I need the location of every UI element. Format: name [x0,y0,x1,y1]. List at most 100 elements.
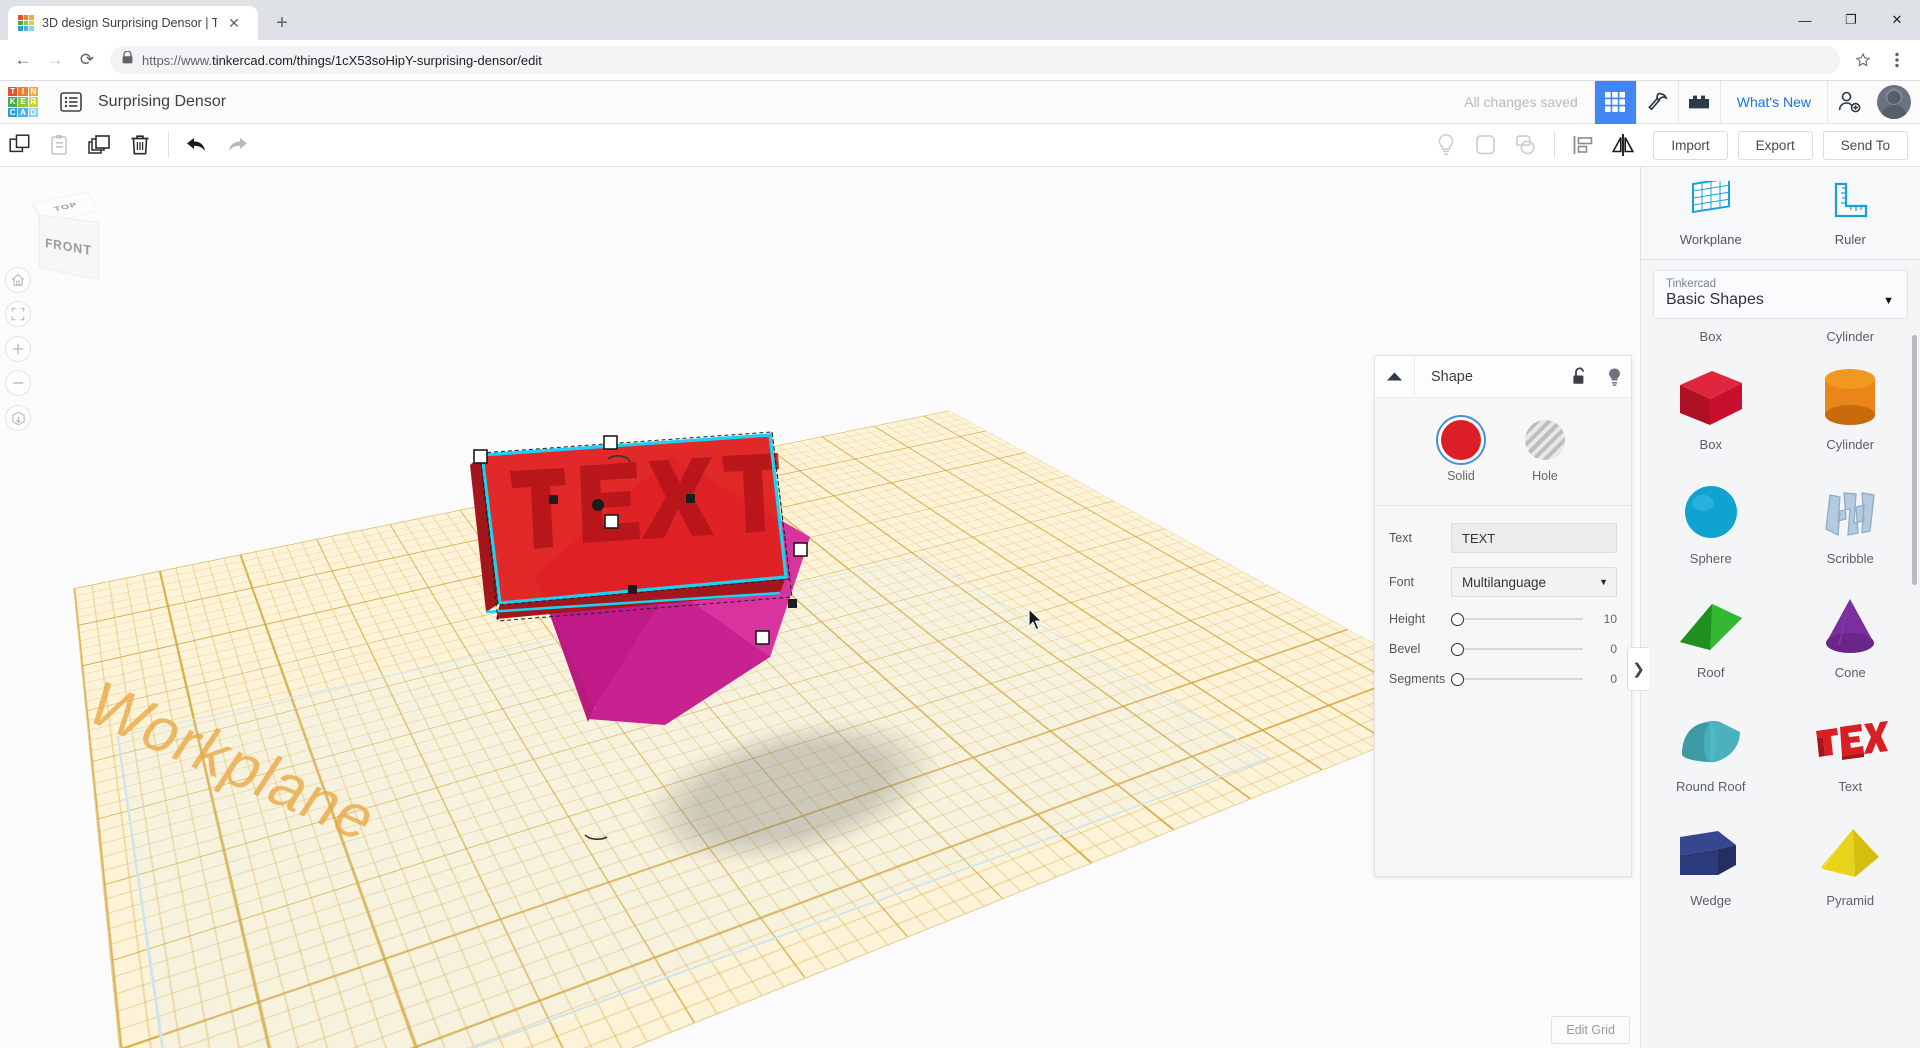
shape-grid-scroll[interactable]: Box Cylinder Box Cylinder Sphere Scribbl… [1641,329,1920,1048]
lightbulb-icon[interactable] [1426,124,1466,167]
logo-letter: C [8,107,18,117]
shape-label: Round Roof [1676,779,1746,794]
blocks-button[interactable] [1677,80,1720,124]
move-handle [788,599,797,608]
browser-tab-title: 3D design Surprising Densor | Tin [42,16,217,30]
collection-group-label: Tinkercad [1666,278,1717,290]
undo-arrow-icon[interactable] [177,124,217,167]
hole-pattern-swatch[interactable] [1525,420,1565,460]
edit-grid-button[interactable]: Edit Grid [1551,1016,1630,1044]
solid-color-swatch[interactable] [1441,420,1481,460]
user-avatar[interactable] [1877,85,1911,119]
browser-omnibar: ← → ⟳ https://www.tinkercad.com/things/1… [0,40,1920,81]
back-button[interactable]: ← [8,45,38,75]
paste-button[interactable] [40,124,80,167]
slider-knob[interactable] [1451,672,1464,686]
solid-option[interactable]: Solid [1441,420,1481,483]
toolbar-right-group: Import Export Send To [1426,124,1920,167]
import-button[interactable]: Import [1653,130,1728,160]
bevel-value[interactable]: 0 [1583,642,1617,656]
page-title[interactable]: Surprising Densor [98,93,226,111]
center-handle [592,499,604,511]
trash-icon[interactable] [120,124,160,167]
align-icon[interactable] [1563,124,1603,167]
height-value[interactable]: 10 [1583,612,1617,626]
library-scrollbar[interactable] [1912,335,1917,585]
viewcube-front-face[interactable]: FRONT [38,214,100,281]
browser-tab[interactable]: 3D design Surprising Densor | Tin ✕ [8,6,258,40]
duplicate-button[interactable] [80,124,120,167]
add-person-icon[interactable] [1827,80,1869,124]
view-cube[interactable]: TOP FRONT [18,190,113,281]
hole-option[interactable]: Hole [1525,420,1565,483]
round-roof-shape-icon [1674,707,1748,773]
shape-item-cylinder[interactable]: Cylinder [1781,348,1920,462]
ortho-toggle-button[interactable] [5,405,31,431]
save-status: All changes saved [1464,94,1578,110]
shape-properties: Text TEXT Font Multilanguage ▼ Height 10… [1375,506,1631,694]
mirror-icon[interactable] [1603,124,1643,167]
shape-item-wedge[interactable]: Wedge [1641,804,1781,918]
hamburger-list-icon[interactable] [54,85,88,119]
logo-letter: I [18,87,28,97]
segments-slider[interactable] [1451,671,1583,687]
3d-model-group[interactable] [440,407,920,841]
whats-new-link[interactable]: What's New [1719,80,1827,124]
unlock-icon[interactable] [1563,356,1597,398]
zoom-out-button[interactable] [5,370,31,396]
star-icon[interactable] [1848,45,1878,75]
reload-button[interactable]: ⟳ [72,45,102,75]
workplane-tool[interactable]: Workplane [1641,167,1781,259]
minimize-window-button[interactable]: — [1782,0,1828,40]
font-select-value: Multilanguage [1462,574,1547,590]
text-shape-icon [1811,707,1889,773]
close-window-button[interactable]: ✕ [1874,0,1920,40]
shape-item-scribble[interactable]: Scribble [1781,462,1920,576]
segments-property-label: Segments [1389,672,1446,686]
text-input[interactable]: TEXT [1451,523,1617,553]
segments-value[interactable]: 0 [1583,672,1617,686]
sphere-shape-icon [1680,479,1742,545]
new-tab-button[interactable]: + [268,9,296,37]
property-row-height: Height 10 [1375,604,1631,634]
redo-arrow-icon[interactable] [217,124,257,167]
group-shapes-icon[interactable] [1466,124,1506,167]
shape-grid: Box Cylinder Sphere Scribble Roof Cone R… [1641,348,1920,918]
height-slider[interactable] [1451,611,1583,627]
tinkercad-logo[interactable]: T I N K E R C A D [8,87,38,117]
send-to-button[interactable]: Send To [1822,130,1908,160]
shape-item-box[interactable]: Box [1641,348,1781,462]
collection-selector[interactable]: Tinkercad Basic Shapes ▼ [1653,270,1908,319]
resize-handle [473,449,488,464]
slider-knob[interactable] [1451,642,1464,656]
bevel-slider[interactable] [1451,641,1583,657]
shape-item-round-roof[interactable]: Round Roof [1641,690,1781,804]
shape-item-cone[interactable]: Cone [1781,576,1920,690]
url-bar[interactable]: https://www.tinkercad.com/things/1cX53so… [110,46,1840,74]
shape-label: Cylinder [1826,437,1875,452]
minecraft-button[interactable] [1635,80,1678,124]
font-select[interactable]: Multilanguage ▼ [1451,567,1617,597]
shape-item-text[interactable]: Text [1781,690,1920,804]
home-view-button[interactable] [5,267,31,293]
ruler-tool[interactable]: Ruler [1781,167,1920,259]
3d-canvas[interactable]: Workplane [0,167,1920,1048]
zoom-in-button[interactable] [5,336,31,362]
shape-label: Box [1699,437,1722,452]
ungroup-shapes-icon[interactable] [1506,124,1546,167]
chevron-up-icon[interactable] [1375,355,1415,398]
shape-item-roof[interactable]: Roof [1641,576,1781,690]
shape-item-pyramid[interactable]: Pyramid [1781,804,1920,918]
copy-button[interactable] [0,124,40,167]
lightbulb-icon[interactable] [1597,356,1631,398]
maximize-window-button[interactable]: ❐ [1828,0,1874,40]
slider-knob[interactable] [1451,612,1464,626]
kebab-menu-icon[interactable] [1882,45,1912,75]
close-tab-icon[interactable]: ✕ [225,14,243,32]
shape-label: Wedge [1690,893,1732,908]
forward-button[interactable]: → [40,45,70,75]
fit-to-view-button[interactable] [5,301,31,327]
shape-item-sphere[interactable]: Sphere [1641,462,1781,576]
grid-view-button[interactable] [1593,80,1636,124]
export-button[interactable]: Export [1737,130,1813,160]
